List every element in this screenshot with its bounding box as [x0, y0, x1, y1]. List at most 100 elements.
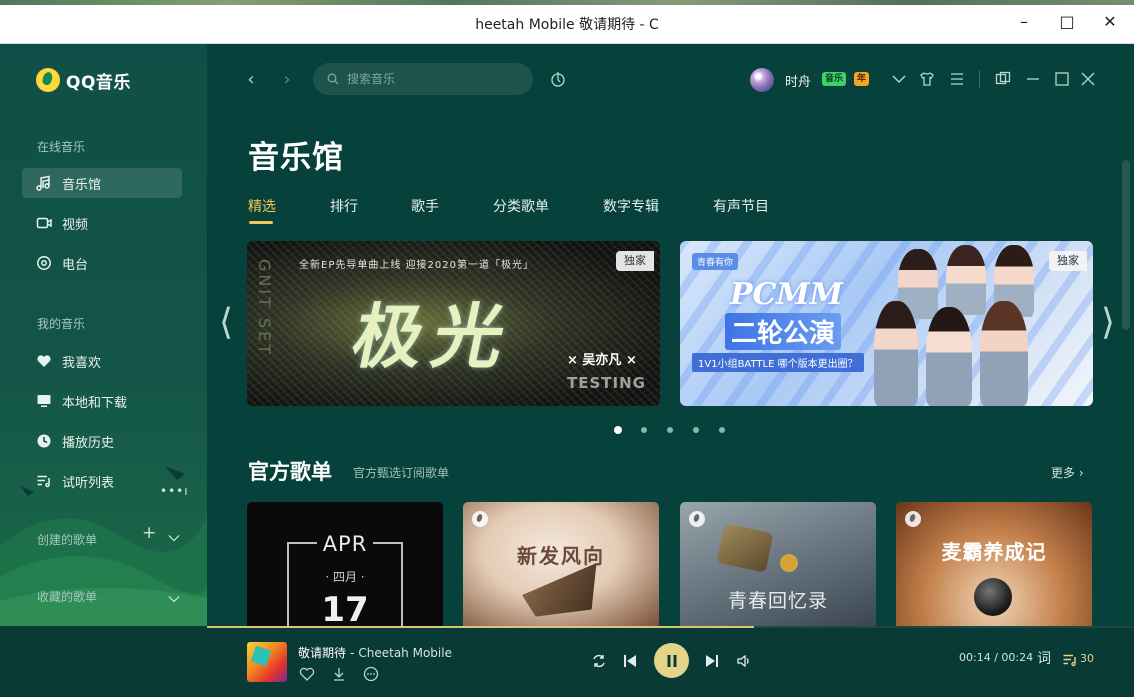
green-vip-badge[interactable]: 音乐 [822, 72, 847, 86]
sidebar-item-label: 本地和下载 [62, 395, 128, 411]
minimize-icon[interactable] [1024, 70, 1042, 88]
menu-icon[interactable] [948, 70, 966, 88]
sidebar-item-label: 音乐馆 [62, 177, 102, 193]
previous-track-icon[interactable] [621, 652, 639, 670]
window-title: heetah Mobile 敬请期待 - C [475, 17, 659, 33]
progress-bar[interactable] [207, 626, 1134, 628]
annual-badge[interactable]: 年 [854, 72, 870, 86]
section-subtitle: 官方甄选订阅歌单 [353, 466, 450, 480]
carousel-dot-2[interactable] [641, 427, 647, 433]
sidebar-item-play-history[interactable]: 播放历史 [22, 426, 182, 456]
more-link[interactable]: 更多 › [1051, 464, 1084, 481]
playlist-queue-icon[interactable] [1061, 651, 1079, 669]
active-tab-indicator [249, 221, 273, 224]
banner-pcmm[interactable]: 青春有你 PCMM 二轮公演 1V1小组BATTLE 哪个版本更出圈？ 独家 [680, 241, 1093, 406]
now-playing-cover[interactable] [247, 642, 287, 682]
maximize-icon[interactable] [1053, 70, 1071, 88]
now-playing-title[interactable]: 敬请期待 - Cheetah Mobile [298, 644, 452, 661]
skin-shirt-icon[interactable] [918, 70, 936, 88]
sidebar-item-video[interactable]: 视频 [22, 208, 182, 238]
banner-aurora[interactable]: GNIT SET 全新EP先导单曲上线 迎接2020第一道「极光」 极光 × 吴… [247, 241, 660, 406]
card-artwork-coin [780, 554, 798, 572]
banner-brand: 青春有你 [692, 253, 739, 270]
back-arrow-icon[interactable]: ‹ [241, 70, 261, 90]
sidebar-item-label: 试听列表 [62, 475, 115, 491]
progress-fill [207, 626, 754, 628]
card-title: 新发风向 [517, 544, 605, 568]
chevron-down-icon[interactable] [168, 528, 182, 542]
card-month-cn: · 四月 · [325, 570, 365, 584]
lyrics-button[interactable]: 词 [1037, 648, 1051, 668]
qq-music-logo-icon [36, 68, 60, 92]
carousel-dot-3[interactable] [667, 427, 673, 433]
playlist-card-youth-memories[interactable]: 青春回忆录 [680, 502, 876, 626]
tab-digital-albums[interactable]: 数字专辑 [603, 196, 659, 216]
loop-mode-icon[interactable] [590, 652, 608, 670]
avatar[interactable] [750, 68, 774, 92]
sidebar: QQ音乐 在线音乐 音乐馆 视频 电台 我的音乐 我喜欢 本地和下载 播放历史 … [0, 44, 207, 626]
app-body: QQ音乐 在线音乐 音乐馆 视频 电台 我的音乐 我喜欢 本地和下载 播放历史 … [0, 44, 1134, 697]
next-track-icon[interactable] [703, 652, 721, 670]
section-title: 官方歌单 [248, 460, 332, 484]
like-heart-icon[interactable] [298, 665, 316, 683]
carousel-dot-1[interactable] [614, 426, 622, 434]
tab-audio-programs[interactable]: 有声节目 [713, 196, 769, 216]
clock-icon [35, 432, 53, 450]
more-label: 更多 [1051, 466, 1076, 480]
title-bar-decoration [0, 0, 1134, 5]
close-icon[interactable] [1079, 70, 1097, 88]
username[interactable]: 时舟 [785, 71, 811, 90]
sidebar-item-favorites[interactable]: 我喜欢 [22, 346, 182, 376]
close-button[interactable]: ✕ [1100, 12, 1120, 32]
volume-icon[interactable] [735, 652, 753, 670]
banner-side-text: GNIT SET [255, 259, 274, 357]
carousel-next-icon[interactable]: ⟩ [1101, 302, 1115, 343]
sidebar-item-trial-list[interactable]: 试听列表 [22, 466, 182, 496]
app-name: QQ音乐 [66, 72, 131, 93]
carousel-prev-icon[interactable]: ⟨ [219, 302, 233, 343]
chevron-down-icon[interactable] [890, 70, 908, 88]
card-artwork [519, 563, 607, 625]
video-icon [35, 214, 53, 232]
voice-search-icon[interactable] [549, 70, 567, 88]
tab-featured[interactable]: 精选 [248, 196, 276, 216]
pause-button[interactable] [654, 643, 689, 678]
sidebar-item-radio[interactable]: 电台 [22, 248, 182, 278]
playlist-card-karaoke[interactable]: 麦霸养成记 [896, 502, 1092, 626]
more-options-icon[interactable] [362, 665, 380, 683]
card-day: 17 [321, 590, 369, 626]
search-input[interactable] [347, 72, 517, 86]
add-playlist-icon[interactable]: + [142, 525, 156, 542]
sidebar-item-label: 视频 [62, 217, 89, 233]
sidebar-item-music-hall[interactable]: 音乐馆 [22, 168, 182, 198]
tab-singers[interactable]: 歌手 [411, 196, 439, 216]
maximize-button[interactable]: □ [1057, 12, 1077, 32]
scrollbar[interactable] [1122, 160, 1130, 330]
radio-icon [35, 254, 53, 272]
playback-time: 00:14 / 00:24 [959, 651, 1034, 664]
tab-category-playlists[interactable]: 分类歌单 [493, 196, 549, 216]
download-icon[interactable] [330, 665, 348, 683]
monitor-icon [35, 392, 53, 410]
qq-music-mark-icon [905, 511, 921, 527]
playlist-card-new-trends[interactable]: 新发风向 [463, 502, 659, 626]
sidebar-item-local-downloads[interactable]: 本地和下载 [22, 386, 182, 416]
sidebar-item-label: 播放历史 [62, 435, 115, 451]
carousel-dot-5[interactable] [719, 427, 725, 433]
minimize-button[interactable]: – [1014, 12, 1034, 32]
music-note-icon [35, 174, 53, 192]
playlist-card-daily[interactable]: APR · 四月 · 17 [247, 502, 443, 626]
chevron-down-icon[interactable] [168, 589, 182, 603]
tab-charts[interactable]: 排行 [330, 196, 358, 216]
playlist-count[interactable]: 30 [1080, 652, 1094, 665]
forward-arrow-icon[interactable]: › [277, 70, 297, 90]
banner-round: 二轮公演 [725, 313, 842, 350]
mini-mode-icon[interactable] [994, 70, 1012, 88]
carousel-dot-4[interactable] [693, 427, 699, 433]
exclusive-badge: 独家 [1049, 251, 1087, 271]
search-box[interactable] [313, 63, 533, 95]
banner-topline: 全新EP先导单曲上线 迎接2020第一道「极光」 [299, 260, 534, 271]
app-logo[interactable]: QQ音乐 [36, 68, 131, 93]
page-title: 音乐馆 [248, 140, 344, 176]
collected-playlists-label: 收藏的歌单 [37, 590, 98, 604]
